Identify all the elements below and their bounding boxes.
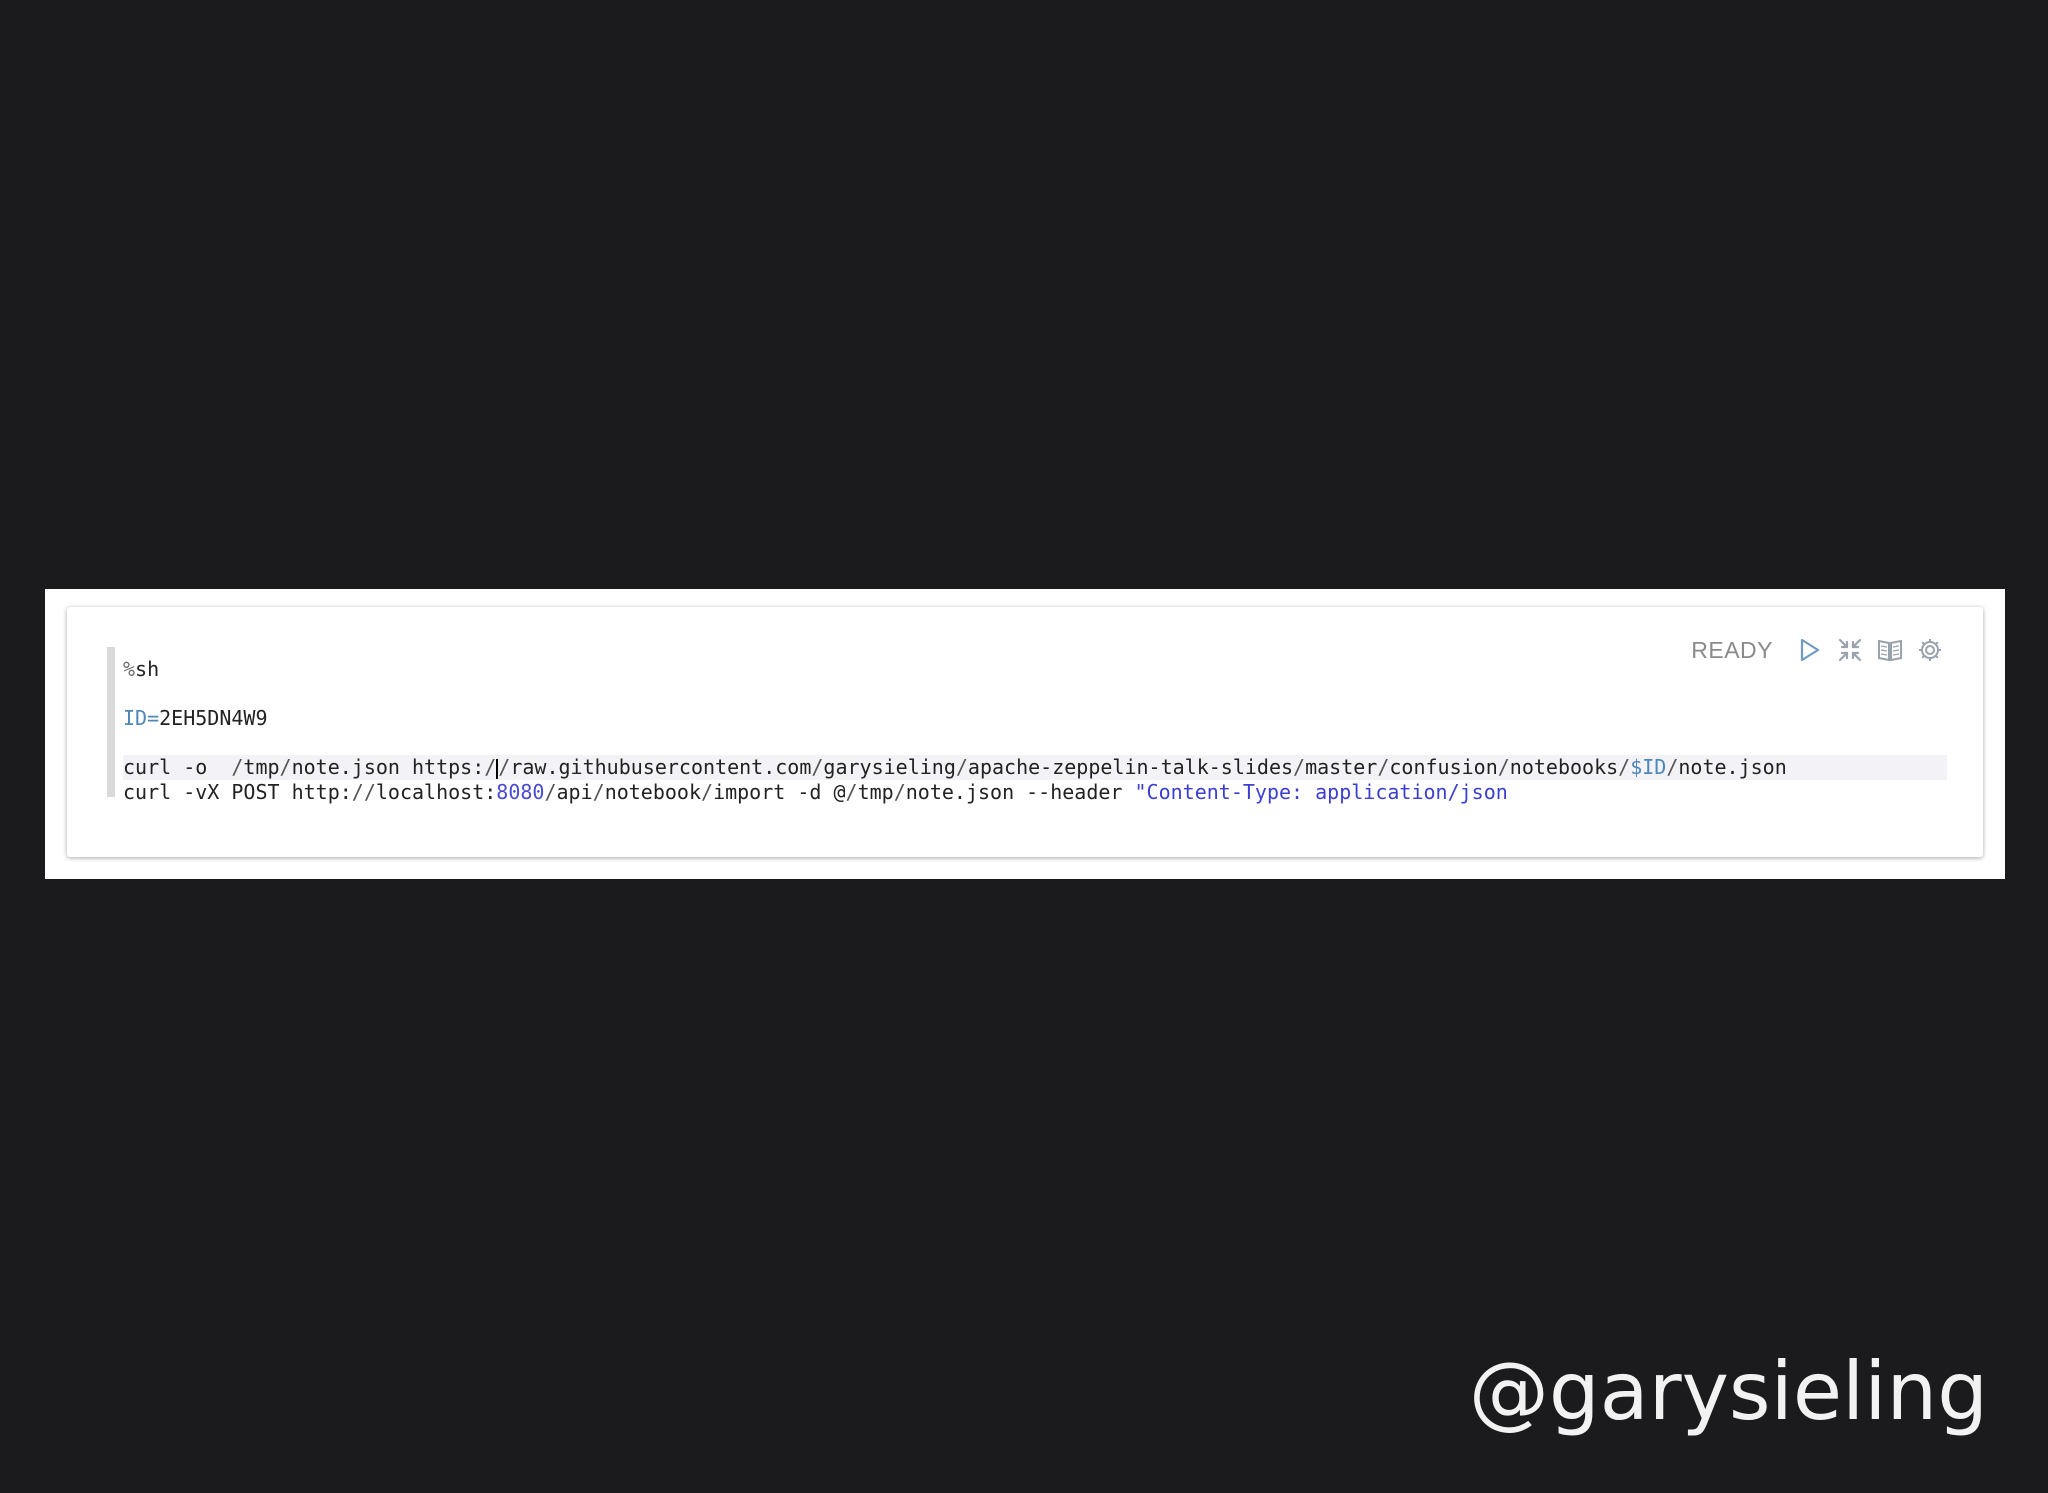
code-token: localhost: bbox=[375, 780, 497, 804]
notebook-paragraph: READY %sh ID=2EH5DN4W9 curl -o /tmp/note… bbox=[67, 607, 1983, 857]
code-token: notebook bbox=[604, 780, 702, 804]
code-token: curl -vX POST http: bbox=[123, 780, 352, 804]
code-token: 8080 bbox=[496, 780, 545, 804]
code-token: apache-zeppelin-talk-slides bbox=[967, 755, 1294, 779]
author-handle: @garysieling bbox=[1468, 1345, 1988, 1438]
code-token: / bbox=[955, 755, 968, 779]
code-token: notebooks bbox=[1509, 755, 1619, 779]
code-editor[interactable]: %sh ID=2EH5DN4W9 curl -o /tmp/note.json … bbox=[107, 647, 1947, 804]
code-token: / bbox=[484, 755, 497, 779]
code-token: note.json --header bbox=[905, 780, 1135, 804]
code-token: "Content-Type: application/json bbox=[1134, 780, 1508, 804]
code-line: curl -vX POST http://localhost:8080/api/… bbox=[123, 780, 1947, 805]
code-token: / bbox=[592, 780, 605, 804]
code-token: api bbox=[556, 780, 593, 804]
code-token: tmp bbox=[857, 780, 894, 804]
code-line: curl -o /tmp/note.json https://raw.githu… bbox=[123, 755, 1947, 780]
code-token: / bbox=[1377, 755, 1390, 779]
code-token: % bbox=[123, 657, 136, 681]
code-token: confusion bbox=[1389, 755, 1498, 779]
code-token: curl -o bbox=[123, 755, 232, 779]
code-token: note.json bbox=[1678, 755, 1787, 779]
code-token: // bbox=[351, 780, 376, 804]
code-token: / bbox=[1666, 755, 1679, 779]
code-token: $ID bbox=[1630, 755, 1667, 779]
code-token: / bbox=[893, 780, 906, 804]
code-token: / bbox=[544, 780, 557, 804]
code-token: / bbox=[1293, 755, 1306, 779]
code-token: / bbox=[701, 780, 714, 804]
code-token: / bbox=[845, 780, 858, 804]
code-token: sh bbox=[135, 657, 160, 681]
code-token: master bbox=[1305, 755, 1378, 779]
slide: READY %sh ID=2EH5DN4W9 curl -o /tmp/note… bbox=[0, 0, 2048, 1493]
code-token: tmp bbox=[243, 755, 280, 779]
code-line: ID=2EH5DN4W9 bbox=[123, 706, 1947, 731]
code-token: raw.githubusercontent.com bbox=[510, 755, 812, 779]
code-token: 2EH5DN4W9 bbox=[159, 706, 268, 730]
code-token: / bbox=[498, 755, 511, 779]
code-token: / bbox=[231, 755, 244, 779]
code-token: / bbox=[1618, 755, 1631, 779]
code-token: note.json https: bbox=[291, 755, 485, 779]
code-token: ID= bbox=[123, 706, 160, 730]
code-token: / bbox=[811, 755, 824, 779]
code-token: / bbox=[279, 755, 292, 779]
code-token: / bbox=[1497, 755, 1510, 779]
code-token: garysieling bbox=[823, 755, 956, 779]
screenshot-frame: READY %sh ID=2EH5DN4W9 curl -o /tmp/note… bbox=[45, 589, 2005, 879]
code-token: import -d @ bbox=[713, 780, 846, 804]
code-line: %sh bbox=[123, 657, 1947, 682]
